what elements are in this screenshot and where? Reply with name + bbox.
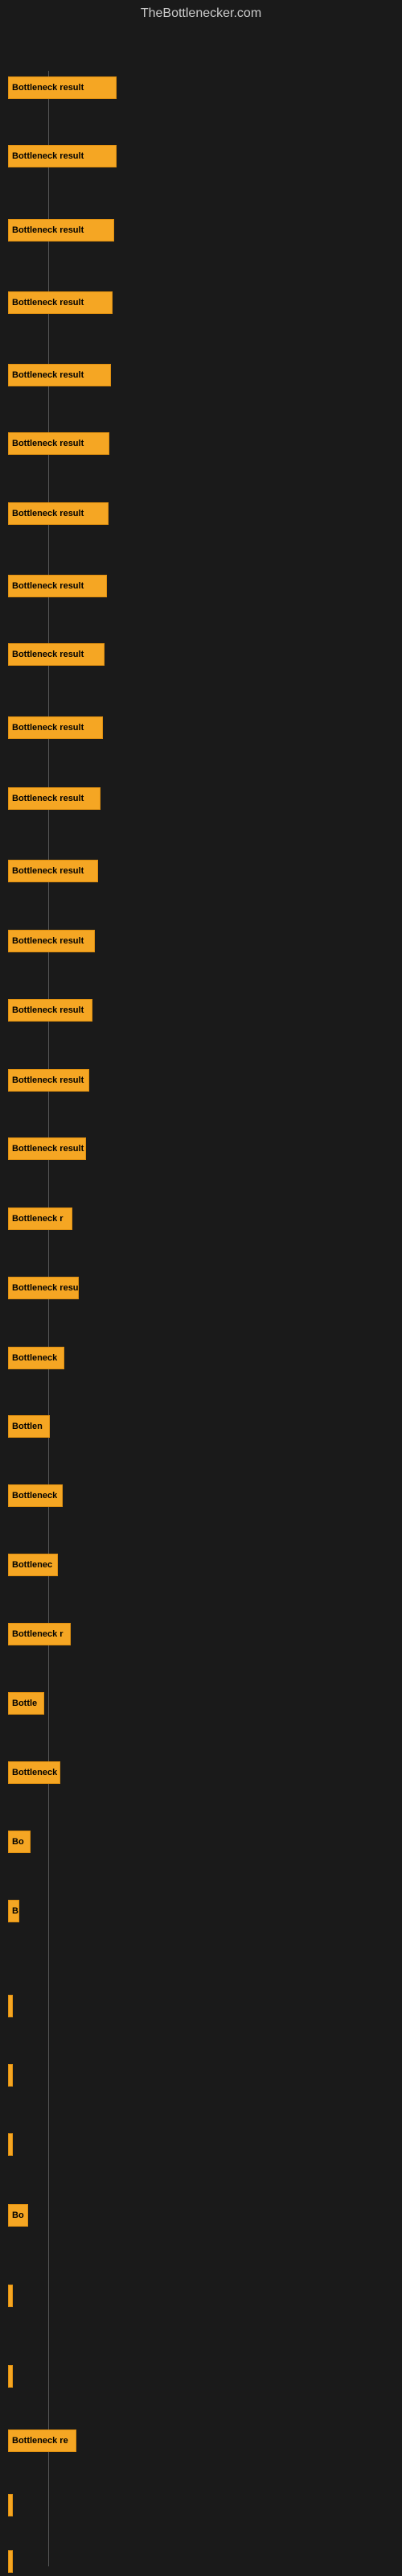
- bar-item: Bottlen: [8, 1415, 50, 1438]
- site-title: TheBottlenecker.com: [0, 0, 402, 31]
- bar-item: Bottleneck: [8, 1761, 60, 1784]
- bar-item: [8, 1995, 13, 2017]
- bar-item: Bottleneck result: [8, 860, 98, 882]
- bar-label: Bottleneck result: [12, 650, 84, 659]
- bar-item: Bottleneck: [8, 1484, 63, 1507]
- bar-item: [8, 2285, 13, 2307]
- bar-item: Bottleneck: [8, 1347, 64, 1369]
- bar-item: [8, 2494, 13, 2516]
- bar-item: Bottleneck result: [8, 787, 100, 810]
- bar-label: Bottleneck resu: [12, 1283, 79, 1293]
- bar-label: Bottlenec: [12, 1560, 52, 1570]
- bar-item: Bo: [8, 1831, 31, 1853]
- bar-label: Bo: [12, 1837, 24, 1847]
- bar-label: Bottleneck result: [12, 1005, 84, 1015]
- bar-label: Bottleneck: [12, 1491, 57, 1501]
- bar-item: Bottleneck result: [8, 145, 117, 167]
- bar-item: [8, 2550, 13, 2573]
- bar-label: Bottleneck result: [12, 298, 84, 308]
- bar-label: Bottleneck result: [12, 83, 84, 93]
- bar-label: Bottleneck result: [12, 509, 84, 518]
- bar-label: Bottleneck: [12, 1353, 57, 1363]
- bar-item: Bottleneck result: [8, 291, 113, 314]
- bar-label: Bottlen: [12, 1422, 43, 1431]
- bar-item: Bottleneck re: [8, 2429, 76, 2452]
- bar-item: Bottleneck result: [8, 432, 109, 455]
- bar-item: Bottleneck result: [8, 502, 109, 525]
- bar-label: Bottleneck result: [12, 1144, 84, 1154]
- bar-item: Bottleneck r: [8, 1208, 72, 1230]
- bar-label: Bottleneck result: [12, 439, 84, 448]
- bar-item: Bottleneck result: [8, 999, 92, 1022]
- bar-item: Bottleneck result: [8, 1069, 89, 1092]
- bar-item: Bottleneck r: [8, 1623, 71, 1645]
- bar-item: Bottleneck result: [8, 643, 105, 666]
- bar-item: Bottleneck result: [8, 575, 107, 597]
- bar-item: Bottleneck result: [8, 219, 114, 242]
- bar-item: [8, 2133, 13, 2156]
- bar-item: Bottle: [8, 1692, 44, 1715]
- bar-label: Bottleneck result: [12, 151, 84, 161]
- bar-item: Bottleneck result: [8, 1137, 86, 1160]
- bar-label: Bottleneck result: [12, 723, 84, 733]
- bar-item: Bottleneck result: [8, 716, 103, 739]
- bar-label: Bottleneck result: [12, 936, 84, 946]
- bar-item: Bottleneck result: [8, 930, 95, 952]
- bar-item: Bo: [8, 2204, 28, 2227]
- bar-label: Bottleneck result: [12, 225, 84, 235]
- bar-label: Bottleneck: [12, 1768, 57, 1777]
- bar-label: B: [12, 1906, 18, 1916]
- bar-label: Bottleneck result: [12, 866, 84, 876]
- bar-label: Bottleneck result: [12, 370, 84, 380]
- bar-label: Bottleneck result: [12, 581, 84, 591]
- bar-item: [8, 2365, 13, 2388]
- bar-item: Bottlenec: [8, 1554, 58, 1576]
- bar-item: Bottleneck result: [8, 364, 111, 386]
- bar-label: Bo: [12, 2211, 24, 2220]
- bar-label: Bottle: [12, 1699, 37, 1708]
- bar-item: Bottleneck result: [8, 76, 117, 99]
- bar-label: Bottleneck result: [12, 1075, 84, 1085]
- bar-item: Bottleneck resu: [8, 1277, 79, 1299]
- bar-label: Bottleneck re: [12, 2436, 68, 2446]
- bar-label: Bottleneck r: [12, 1214, 64, 1224]
- chart-area: Bottleneck result Bottleneck result Bottle…: [0, 31, 402, 2566]
- bar-label: Bottleneck result: [12, 794, 84, 803]
- bar-item: [8, 2064, 13, 2087]
- bar-item: B: [8, 1900, 19, 1922]
- site-header: TheBottlenecker.com: [0, 0, 402, 31]
- bar-label: Bottleneck r: [12, 1629, 64, 1639]
